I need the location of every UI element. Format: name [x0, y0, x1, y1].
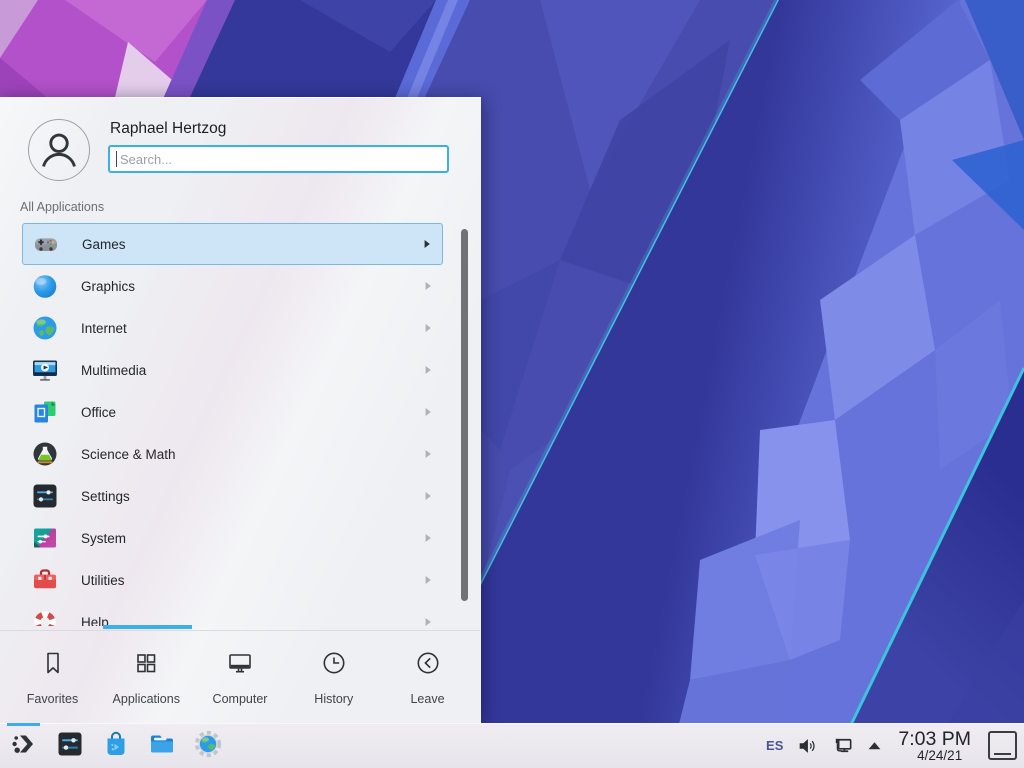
- clock-time: 7:03 PM: [898, 729, 971, 749]
- active-app-indicator: [7, 723, 40, 726]
- utilities-icon: [31, 566, 59, 594]
- search-field-wrap: [108, 145, 449, 173]
- history-icon: [319, 648, 349, 683]
- submenu-arrow-icon: [424, 491, 432, 501]
- category-label: Internet: [81, 321, 127, 336]
- tab-favorites[interactable]: Favorites: [8, 631, 97, 723]
- science-icon: [31, 440, 59, 468]
- taskbar-launchers: [0, 730, 224, 762]
- discover-icon: [101, 729, 131, 764]
- launcher-header: Raphael Hertzog: [0, 98, 480, 186]
- taskbar: ES 7:03 PM: [0, 723, 1024, 768]
- tab-label: History: [314, 692, 353, 706]
- favorites-icon: [38, 648, 68, 683]
- folder-icon: [147, 729, 177, 764]
- category-list: Games Graphics Internet Multimedia Office Sci…: [0, 223, 480, 626]
- category-label: Games: [82, 237, 126, 252]
- graphics-icon: [31, 272, 59, 300]
- desktop: Raphael Hertzog All Applications Games Gr…: [0, 0, 1024, 768]
- category-item-graphics[interactable]: Graphics: [22, 265, 443, 307]
- taskbar-web-browser-button[interactable]: [192, 730, 224, 762]
- settings-icon: [31, 482, 59, 510]
- games-icon: [32, 230, 60, 258]
- tab-history[interactable]: History: [289, 631, 378, 723]
- submenu-arrow-icon: [424, 575, 432, 585]
- active-tab-indicator: [103, 625, 192, 629]
- category-item-utilities[interactable]: Utilities: [22, 559, 443, 601]
- user-avatar[interactable]: [28, 119, 90, 181]
- submenu-arrow-icon: [424, 617, 432, 626]
- office-icon: [31, 398, 59, 426]
- clock-date: 4/24/21: [898, 749, 971, 763]
- text-cursor: [116, 151, 117, 167]
- expand-tray-caret-icon[interactable]: [867, 740, 882, 751]
- category-item-system[interactable]: System: [22, 517, 443, 559]
- category-label: Multimedia: [81, 363, 146, 378]
- taskbar-system-settings-button[interactable]: [54, 730, 86, 762]
- submenu-arrow-icon: [424, 281, 432, 291]
- tab-label: Computer: [213, 692, 268, 706]
- category-label: Settings: [81, 489, 130, 504]
- category-label: Utilities: [81, 573, 125, 588]
- submenu-arrow-icon: [424, 407, 432, 417]
- system-settings-icon: [55, 729, 85, 764]
- internet-icon: [31, 314, 59, 342]
- category-item-settings[interactable]: Settings: [22, 475, 443, 517]
- search-input[interactable]: [108, 145, 449, 173]
- user-name: Raphael Hertzog: [110, 120, 226, 138]
- submenu-arrow-icon: [424, 365, 432, 375]
- category-label: Science & Math: [81, 447, 176, 462]
- category-item-multimedia[interactable]: Multimedia: [22, 349, 443, 391]
- scrollbar-thumb[interactable]: [461, 229, 468, 601]
- volume-icon[interactable]: [796, 735, 818, 757]
- category-item-office[interactable]: Office: [22, 391, 443, 433]
- category-item-games[interactable]: Games: [22, 223, 443, 265]
- help-icon: [31, 608, 59, 626]
- system-tray: ES 7:03 PM: [766, 729, 1024, 764]
- system-icon: [31, 524, 59, 552]
- tab-computer[interactable]: Computer: [196, 631, 285, 723]
- keyboard-layout-indicator[interactable]: ES: [766, 738, 783, 753]
- applications-icon: [131, 648, 161, 683]
- tab-leave[interactable]: Leave: [383, 631, 472, 723]
- category-label: Graphics: [81, 279, 135, 294]
- submenu-arrow-icon: [424, 533, 432, 543]
- section-label: All Applications: [20, 200, 104, 214]
- tab-label: Favorites: [27, 692, 78, 706]
- network-icon[interactable]: [831, 734, 854, 757]
- web-browser-icon: [193, 729, 223, 764]
- taskbar-kickoff-launcher-button[interactable]: [8, 730, 40, 762]
- category-label: System: [81, 531, 126, 546]
- submenu-arrow-icon: [424, 323, 432, 333]
- taskbar-discover-button[interactable]: [100, 730, 132, 762]
- tab-label: Applications: [113, 692, 180, 706]
- show-desktop-button[interactable]: [988, 731, 1017, 760]
- leave-icon: [413, 648, 443, 683]
- taskbar-file-manager-button[interactable]: [146, 730, 178, 762]
- digital-clock[interactable]: 7:03 PM 4/24/21: [898, 729, 971, 764]
- tab-applications[interactable]: Applications: [102, 631, 191, 723]
- tab-bar: Favorites Applications Computer History Leav…: [0, 631, 480, 723]
- application-launcher-menu: Raphael Hertzog All Applications Games Gr…: [0, 97, 481, 723]
- computer-icon: [225, 648, 255, 683]
- category-label: Office: [81, 405, 116, 420]
- category-item-internet[interactable]: Internet: [22, 307, 443, 349]
- category-item-help[interactable]: Help: [22, 601, 443, 626]
- submenu-arrow-icon: [424, 449, 432, 459]
- tab-label: Leave: [410, 692, 444, 706]
- category-item-science-math[interactable]: Science & Math: [22, 433, 443, 475]
- multimedia-icon: [31, 356, 59, 384]
- user-icon: [30, 121, 88, 179]
- submenu-arrow-icon: [423, 239, 431, 249]
- kickoff-icon: [9, 729, 39, 764]
